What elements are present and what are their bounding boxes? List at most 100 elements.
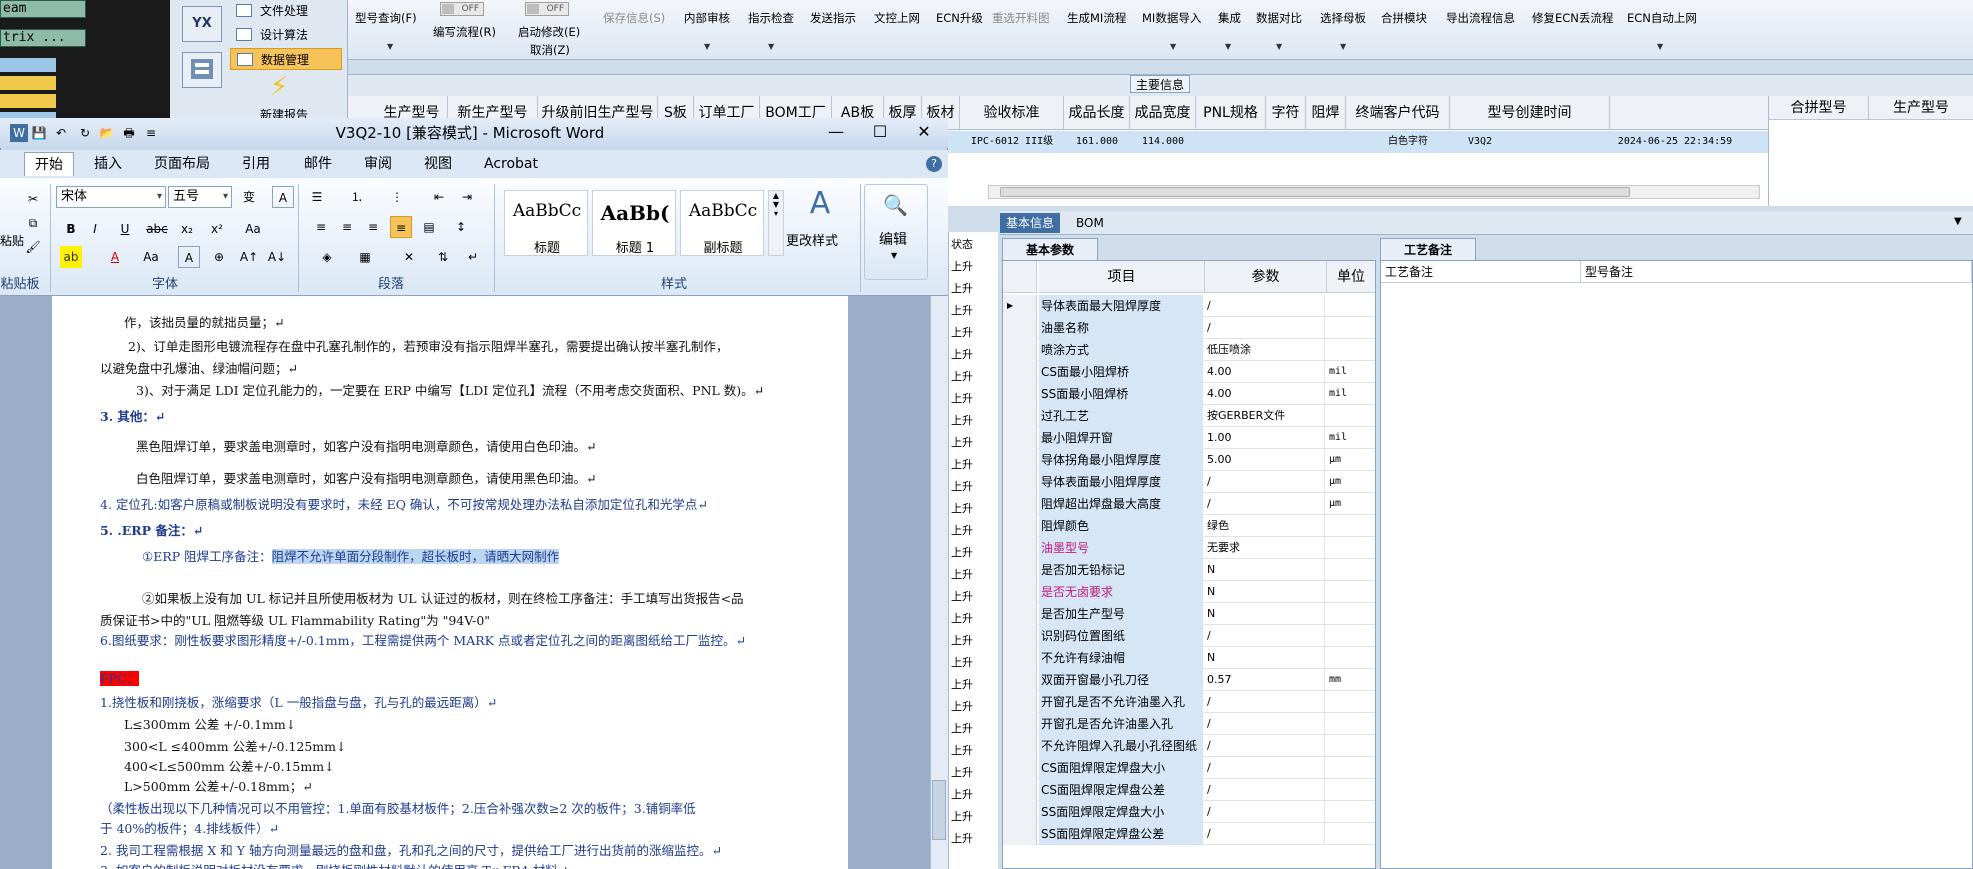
export-flow-info-button[interactable]: 导出流程信息 xyxy=(1446,10,1515,26)
table-row[interactable]: 开窗孔是否允许油墨入孔 / xyxy=(1003,713,1375,735)
row-indicator[interactable] xyxy=(1003,625,1037,647)
maximize-button[interactable]: ☐ xyxy=(862,120,898,144)
tab-bom[interactable]: BOM xyxy=(1070,213,1110,233)
col-created-time[interactable]: 型号创建时间 xyxy=(1450,96,1610,130)
doc-selected-text[interactable]: 阻焊不允许单面分段制作，超长板时，请晒大网制作 xyxy=(271,549,560,564)
internal-audit-button[interactable]: 内部审核 xyxy=(684,10,730,26)
char-shading-icon[interactable]: A xyxy=(178,246,200,268)
param-value[interactable]: 5.00 xyxy=(1205,449,1325,471)
style-title[interactable]: AaBbCc 标题 xyxy=(504,190,588,256)
data-compare-button[interactable]: 数据对比 xyxy=(1256,10,1302,26)
numbering-icon[interactable]: ⒈ xyxy=(346,186,368,208)
table-row[interactable]: SS面阻焊限定焊盘公差 / xyxy=(1003,823,1375,845)
chevron-down-icon[interactable]: ▼ xyxy=(1657,42,1663,51)
row-indicator[interactable] xyxy=(1003,603,1037,625)
editing-button[interactable]: 🔍 编辑 ▼ xyxy=(864,184,928,280)
close-button[interactable]: ✕ xyxy=(906,120,942,144)
row-indicator[interactable] xyxy=(1003,427,1037,449)
grow-font-icon[interactable]: A↑ xyxy=(238,246,260,268)
param-value[interactable]: 绿色 xyxy=(1205,515,1325,537)
increase-indent-icon[interactable]: ⇥ xyxy=(456,186,478,208)
table-row[interactable]: 导体表面最小阻焊厚度 / μm xyxy=(1003,471,1375,493)
table-row[interactable]: 是否加无铅标记 N xyxy=(1003,559,1375,581)
table-row[interactable]: CS面阻焊限定焊盘大小 / xyxy=(1003,757,1375,779)
tab-basic-info[interactable]: 基本信息 xyxy=(1000,213,1061,233)
param-value[interactable]: 按GERBER文件 xyxy=(1205,405,1325,427)
font-color-icon[interactable]: A xyxy=(104,246,126,268)
nav-item-file-processing[interactable]: 文件处理 xyxy=(230,0,342,22)
doc-control-online-button[interactable]: 文控上网 xyxy=(874,10,920,26)
redo-icon[interactable]: ↻ xyxy=(76,124,94,142)
table-row[interactable]: 导体拐角最小阻焊厚度 5.00 μm xyxy=(1003,449,1375,471)
align-right-icon[interactable]: ≡ xyxy=(362,216,384,238)
col-acceptance[interactable]: 验收标准 xyxy=(960,96,1064,130)
tab-references[interactable]: 引用 xyxy=(232,152,280,176)
param-value[interactable]: 4.00 xyxy=(1205,361,1325,383)
table-row[interactable]: SS面最小阻焊桥 4.00 mil xyxy=(1003,383,1375,405)
chevron-down-icon[interactable]: ▼ xyxy=(387,42,393,51)
help-icon[interactable]: ? xyxy=(926,156,942,172)
shading-icon[interactable]: ◈ xyxy=(316,246,338,268)
col-merge-model[interactable]: 合拼型号 xyxy=(1769,96,1869,120)
table-row[interactable]: 油墨名称 / xyxy=(1003,317,1375,339)
instruction-check-button[interactable]: 指示检查 xyxy=(748,10,794,26)
row-indicator[interactable] xyxy=(1003,515,1037,537)
table-row[interactable]: 开窗孔是否不允许油墨入孔 / xyxy=(1003,691,1375,713)
enclose-char-icon[interactable]: ⊕ xyxy=(208,246,230,268)
chevron-down-icon[interactable]: ▼ xyxy=(1276,42,1282,51)
table-row[interactable]: 阻焊超出焊盘最大高度 / μm xyxy=(1003,493,1375,515)
row-indicator[interactable] xyxy=(1003,581,1037,603)
left-strip-item-1[interactable]: trix ... xyxy=(0,29,86,47)
cut-icon[interactable]: ✂ xyxy=(22,188,44,210)
superscript-icon[interactable]: x² xyxy=(206,218,228,240)
param-value[interactable]: / xyxy=(1205,757,1325,779)
send-instruction-button[interactable]: 发送指示 xyxy=(810,10,856,26)
col-client-code[interactable]: 终端客户代码 xyxy=(1346,96,1450,130)
row-indicator[interactable] xyxy=(1003,361,1037,383)
param-value[interactable]: N xyxy=(1205,603,1325,625)
scrollbar-thumb[interactable] xyxy=(932,780,946,840)
chevron-down-icon[interactable]: ▼ xyxy=(1340,42,1346,51)
font-grow-icon[interactable]: 变 xyxy=(238,186,260,208)
param-value[interactable]: / xyxy=(1205,691,1325,713)
table-row[interactable]: 阻焊颜色 绿色 xyxy=(1003,515,1375,537)
edit-flow-toggle[interactable]: OFF xyxy=(440,2,484,16)
table-row[interactable]: 是否无卤要求 N xyxy=(1003,581,1375,603)
yx-app-icon[interactable]: YX xyxy=(182,6,222,42)
multilevel-list-icon[interactable]: ⋮ xyxy=(386,186,408,208)
param-value[interactable]: / xyxy=(1205,471,1325,493)
tab-page-layout[interactable]: 页面布局 xyxy=(144,152,220,176)
highlight-icon[interactable]: ab xyxy=(60,246,82,268)
tab-insert[interactable]: 插入 xyxy=(84,152,132,176)
chevron-down-icon[interactable]: ▼ xyxy=(1225,42,1231,51)
database-icon[interactable] xyxy=(182,52,222,88)
row-indicator[interactable] xyxy=(1003,537,1037,559)
save-info-button[interactable]: 保存信息(S) xyxy=(603,10,665,26)
row-indicator[interactable] xyxy=(1003,691,1037,713)
row-indicator[interactable] xyxy=(1003,383,1037,405)
merge-module-button[interactable]: 合拼模块 xyxy=(1381,10,1427,26)
nav-item-design-algorithm[interactable]: 设计算法 xyxy=(230,24,342,46)
nav-item-new-report[interactable]: ⚡ 新建报告 xyxy=(230,74,342,122)
param-value[interactable]: / xyxy=(1205,625,1325,647)
chevron-down-icon[interactable]: ▼ xyxy=(768,42,774,51)
distributed-icon[interactable]: ▤ xyxy=(418,216,440,238)
strikethrough-icon[interactable]: abc xyxy=(146,218,168,240)
table-row[interactable]: 不允许阻焊入孔最小孔径图纸 / xyxy=(1003,735,1375,757)
style-gallery-scroll[interactable]: ▲ ▼ ▾ xyxy=(768,190,784,256)
param-value[interactable]: 4.00 xyxy=(1205,383,1325,405)
row-indicator[interactable]: ▶ xyxy=(1003,295,1037,317)
change-styles-icon[interactable]: A xyxy=(798,186,842,226)
nav-item-data-management[interactable]: 数据管理 xyxy=(230,48,342,70)
print-icon[interactable]: 🖶 xyxy=(120,124,138,142)
row-indicator[interactable] xyxy=(1003,713,1037,735)
tab-home[interactable]: 开始 xyxy=(24,152,74,176)
select-mother-board-button[interactable]: 选择母板 xyxy=(1320,10,1366,26)
justify-icon[interactable]: ≡ xyxy=(390,216,412,238)
table-row[interactable]: 识别码位置图纸 / xyxy=(1003,625,1375,647)
table-row[interactable]: CS面最小阻焊桥 4.00 mil xyxy=(1003,361,1375,383)
tab-mailings[interactable]: 邮件 xyxy=(294,152,342,176)
font-case-icon[interactable]: Aa xyxy=(140,246,162,268)
tab-view[interactable]: 视图 xyxy=(414,152,462,176)
chevron-down-icon[interactable]: ▼ xyxy=(1954,216,1962,227)
